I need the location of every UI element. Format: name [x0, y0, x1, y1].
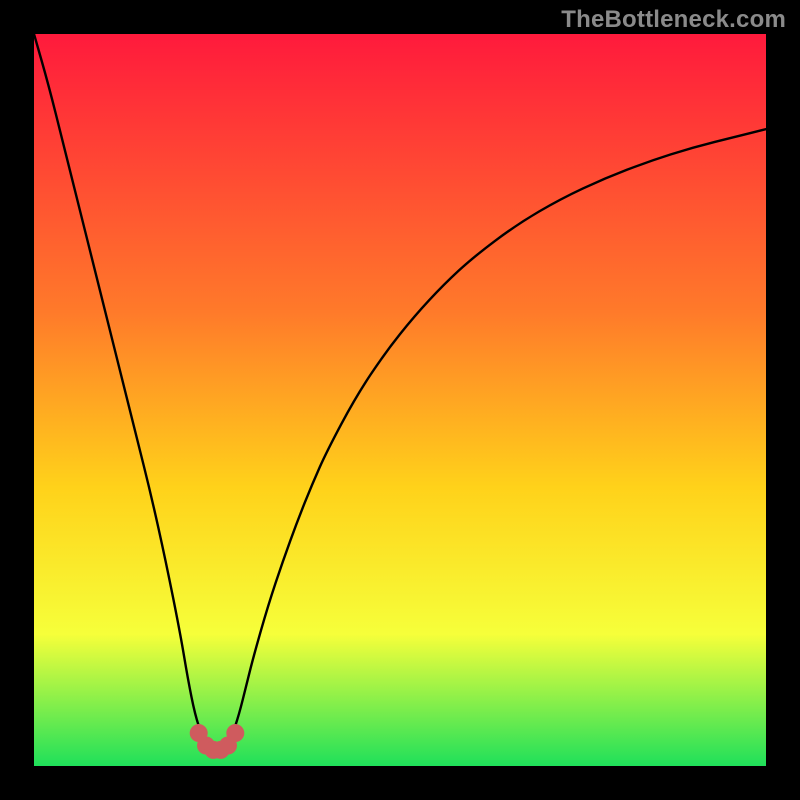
gradient-background	[34, 34, 766, 766]
watermark-text: TheBottleneck.com	[561, 6, 786, 34]
minimum-marker	[226, 724, 244, 742]
bottleneck-chart	[34, 34, 766, 766]
plot-area	[34, 34, 766, 766]
chart-frame: TheBottleneck.com	[0, 0, 800, 800]
